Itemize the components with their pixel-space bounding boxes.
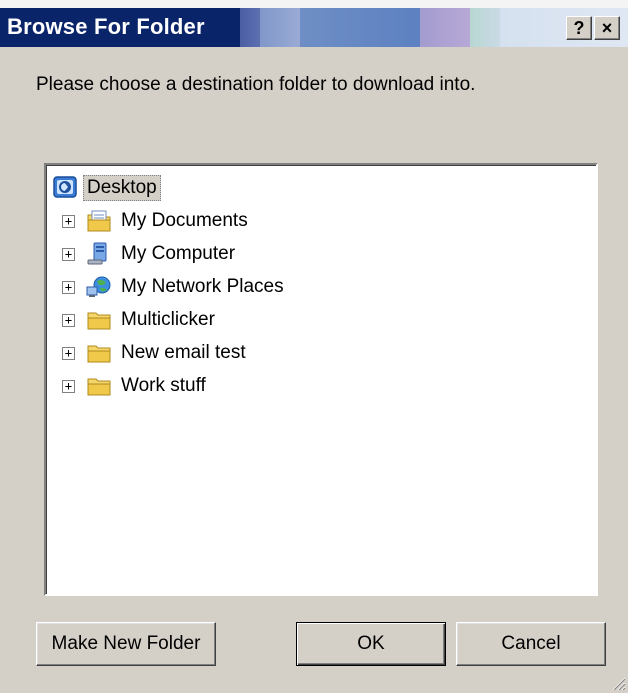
tree-item-my-documents[interactable]: + My Documents [62, 207, 462, 237]
tree-item-my-network-places[interactable]: + My Network Places [62, 273, 462, 303]
browse-for-folder-dialog: Browse For Folder ? × Please choose a de… [0, 0, 628, 693]
tree-item-label: Multiclicker [121, 309, 215, 330]
tree-item-new-email-test[interactable]: + New email test [62, 339, 462, 369]
tree-item-label: My Documents [121, 210, 248, 231]
my-computer-icon [87, 242, 107, 265]
tree-item-label: Work stuff [121, 375, 206, 396]
expand-plus-icon[interactable]: + [62, 380, 75, 393]
ok-button[interactable]: OK [296, 622, 446, 666]
expand-plus-icon[interactable]: + [62, 281, 75, 294]
title-bar[interactable]: Browse For Folder ? × [0, 0, 628, 47]
help-button[interactable]: ? [566, 16, 592, 40]
tree-item-desktop[interactable]: Desktop [52, 173, 161, 203]
folder-icon [87, 312, 111, 330]
folder-icon [87, 378, 111, 396]
my-documents-icon [87, 210, 111, 232]
folder-icon [87, 345, 111, 363]
network-places-icon [86, 276, 111, 297]
tree-item-multiclicker[interactable]: + Multiclicker [62, 306, 462, 336]
tree-item-label: My Computer [121, 243, 236, 264]
expand-plus-icon[interactable]: + [62, 215, 75, 228]
cancel-button[interactable]: Cancel [456, 622, 606, 666]
folder-tree[interactable]: Desktop + My Documents + My Computer + M… [44, 163, 598, 596]
desktop-icon [53, 176, 77, 198]
tree-item-my-computer[interactable]: + My Computer [62, 240, 462, 270]
tree-item-work-stuff[interactable]: + Work stuff [62, 372, 462, 402]
close-button[interactable]: × [594, 16, 620, 40]
tree-item-label: My Network Places [121, 276, 284, 297]
tree-item-label: Desktop [83, 175, 161, 201]
expand-plus-icon[interactable]: + [62, 248, 75, 261]
expand-plus-icon[interactable]: + [62, 314, 75, 327]
instruction-text: Please choose a destination folder to do… [36, 74, 476, 95]
make-new-folder-button[interactable]: Make New Folder [36, 622, 216, 666]
title-bar-top-strip [0, 0, 628, 8]
expand-plus-icon[interactable]: + [62, 347, 75, 360]
resize-grip-icon[interactable] [610, 675, 626, 691]
window-title: Browse For Folder [7, 14, 205, 39]
tree-item-label: New email test [121, 342, 246, 363]
